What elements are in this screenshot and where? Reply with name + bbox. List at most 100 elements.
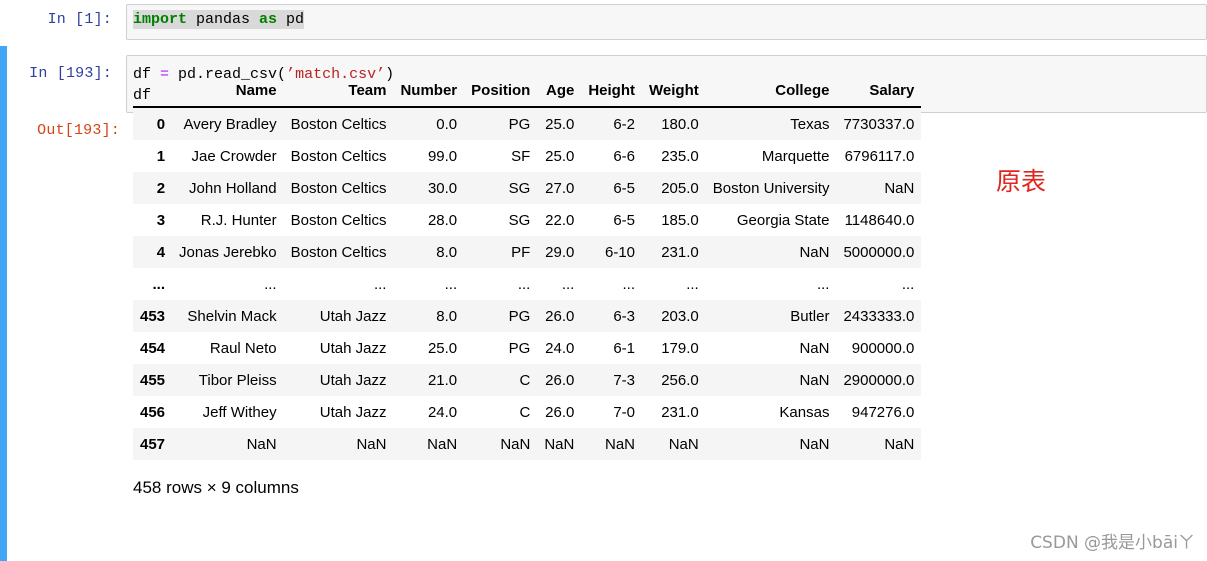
row-index: 0 (156, 115, 166, 133)
table-cell: 185.0 (661, 211, 699, 229)
table-cell: NaN (605, 435, 636, 453)
table-cell: Jae Crowder (191, 147, 277, 165)
table-cell: Jeff Withey (202, 403, 277, 421)
table-cell: ... (264, 275, 277, 293)
table-cell: 26.0 (545, 371, 575, 389)
selected-cell-indicator (0, 46, 7, 561)
column-header: Height (581, 75, 643, 108)
table-cell: 6-5 (613, 179, 636, 197)
table-cell: John Holland (189, 179, 277, 197)
table-cell: ... (816, 275, 830, 293)
table-cell: NaN (500, 435, 531, 453)
code-text: pandas (187, 11, 260, 28)
table-cell: 179.0 (661, 339, 699, 357)
table-cell: 8.0 (436, 307, 458, 325)
table-cell: ... (686, 275, 699, 293)
table-cell: 2433333.0 (843, 307, 915, 325)
table-cell: Boston Celtics (290, 211, 387, 229)
table-cell: ... (373, 275, 387, 293)
table-cell: Jonas Jerebko (179, 243, 277, 261)
code-text: pd (277, 11, 305, 28)
row-index: ... (152, 275, 166, 293)
watermark: CSDN @我是小bāiㄚ (1030, 533, 1195, 553)
table-cell: 5000000.0 (843, 243, 915, 261)
column-header: Number (393, 75, 465, 108)
table-row: 453 Shelvin Mack Utah Jazz 8.0 PG 26.0 6-3 203.… (133, 300, 922, 332)
table-cell: 24.0 (427, 403, 458, 421)
table-cell: Boston Celtics (290, 115, 387, 133)
table-cell: 27.0 (545, 179, 575, 197)
table-cell: NaN (356, 435, 387, 453)
table-row: 1 Jae Crowder Boston Celtics 99.0 SF 25.0 6-6 2… (133, 140, 922, 172)
row-index: 453 (140, 307, 166, 325)
table-cell: 99.0 (427, 147, 458, 165)
table-cell: 6-10 (604, 243, 636, 261)
table-cell: C (519, 371, 531, 389)
table-cell: SG (508, 211, 531, 229)
table-cell: 256.0 (661, 371, 699, 389)
table-cell: 231.0 (661, 403, 699, 421)
table-row: 3 R.J. Hunter Boston Celtics 28.0 SG 22.0 6-5 1… (133, 204, 922, 236)
table-cell: ... (561, 275, 575, 293)
table-row: 455 Tibor Pleiss Utah Jazz 21.0 C 26.0 7-3 256.… (133, 364, 922, 396)
notebook: In [1]: import pandas as pd In [193]: df… (0, 0, 1207, 561)
output-prompt: Out[193]: (37, 122, 120, 139)
table-cell: 0.0 (436, 115, 458, 133)
table-cell: PG (508, 339, 531, 357)
code-cell-import[interactable]: In [1]: import pandas as pd (0, 0, 1207, 44)
table-cell: SG (508, 179, 531, 197)
table-cell: Marquette (761, 147, 830, 165)
table-cell: Utah Jazz (319, 371, 387, 389)
table-cell: NaN (246, 435, 277, 453)
table-cell: R.J. Hunter (200, 211, 277, 229)
table-cell: 25.0 (427, 339, 458, 357)
table-cell: 26.0 (545, 307, 575, 325)
column-header: Position (464, 75, 538, 108)
annotation-label: 原表 (996, 167, 1047, 196)
row-index: 457 (140, 435, 166, 453)
table-cell: Utah Jazz (319, 339, 387, 357)
column-header: Salary (836, 75, 922, 108)
table-cell: 7730337.0 (843, 115, 915, 133)
column-header: Name (172, 75, 284, 108)
table-cell: 21.0 (427, 371, 458, 389)
table-row: 4 Jonas Jerebko Boston Celtics 8.0 PF 29.0 6-1… (133, 236, 922, 268)
table-cell: NaN (799, 339, 830, 357)
table-cell: Shelvin Mack (187, 307, 277, 325)
keyword-import: import (133, 11, 188, 28)
table-cell: 6796117.0 (844, 147, 915, 165)
table-cell: 7-3 (613, 371, 636, 389)
column-header: Team (283, 75, 394, 108)
table-cell: Butler (790, 307, 830, 325)
row-index: 2 (156, 179, 166, 197)
table-cell: 22.0 (545, 211, 575, 229)
row-index: 456 (140, 403, 166, 421)
table-row: 456 Jeff Withey Utah Jazz 24.0 C 26.0 7-0 231.0… (133, 396, 922, 428)
table-cell: Utah Jazz (319, 403, 387, 421)
table-cell: 203.0 (661, 307, 699, 325)
dataframe-table: Name Team Number Position Age Height Weight Col… (133, 75, 922, 460)
table-cell: 2900000.0 (843, 371, 915, 389)
column-header: Weight (642, 75, 706, 108)
index-header (133, 75, 173, 108)
table-cell: NaN (799, 435, 830, 453)
table-cell: 1148640.0 (844, 211, 915, 229)
table-cell: 900000.0 (851, 339, 915, 357)
dataframe-shape: 458 rows × 9 columns (133, 478, 299, 497)
row-index: 455 (140, 371, 166, 389)
row-index: 4 (156, 243, 166, 261)
table-cell: 25.0 (545, 147, 575, 165)
row-index: 454 (140, 339, 166, 357)
table-cell: Boston Celtics (290, 243, 387, 261)
code-editor[interactable]: import pandas as pd (126, 4, 1207, 40)
table-cell: Utah Jazz (319, 307, 387, 325)
table-cell: Raul Neto (209, 339, 277, 357)
table-cell: NaN (799, 371, 830, 389)
table-cell: C (519, 403, 531, 421)
input-prompt: In [1]: (47, 11, 112, 28)
table-cell: Avery Bradley (183, 115, 277, 133)
column-header: College (705, 75, 837, 108)
table-cell: NaN (427, 435, 458, 453)
table-cell: 7-0 (613, 403, 636, 421)
table-row: 2 John Holland Boston Celtics 30.0 SG 27.0 6-5… (133, 172, 922, 204)
